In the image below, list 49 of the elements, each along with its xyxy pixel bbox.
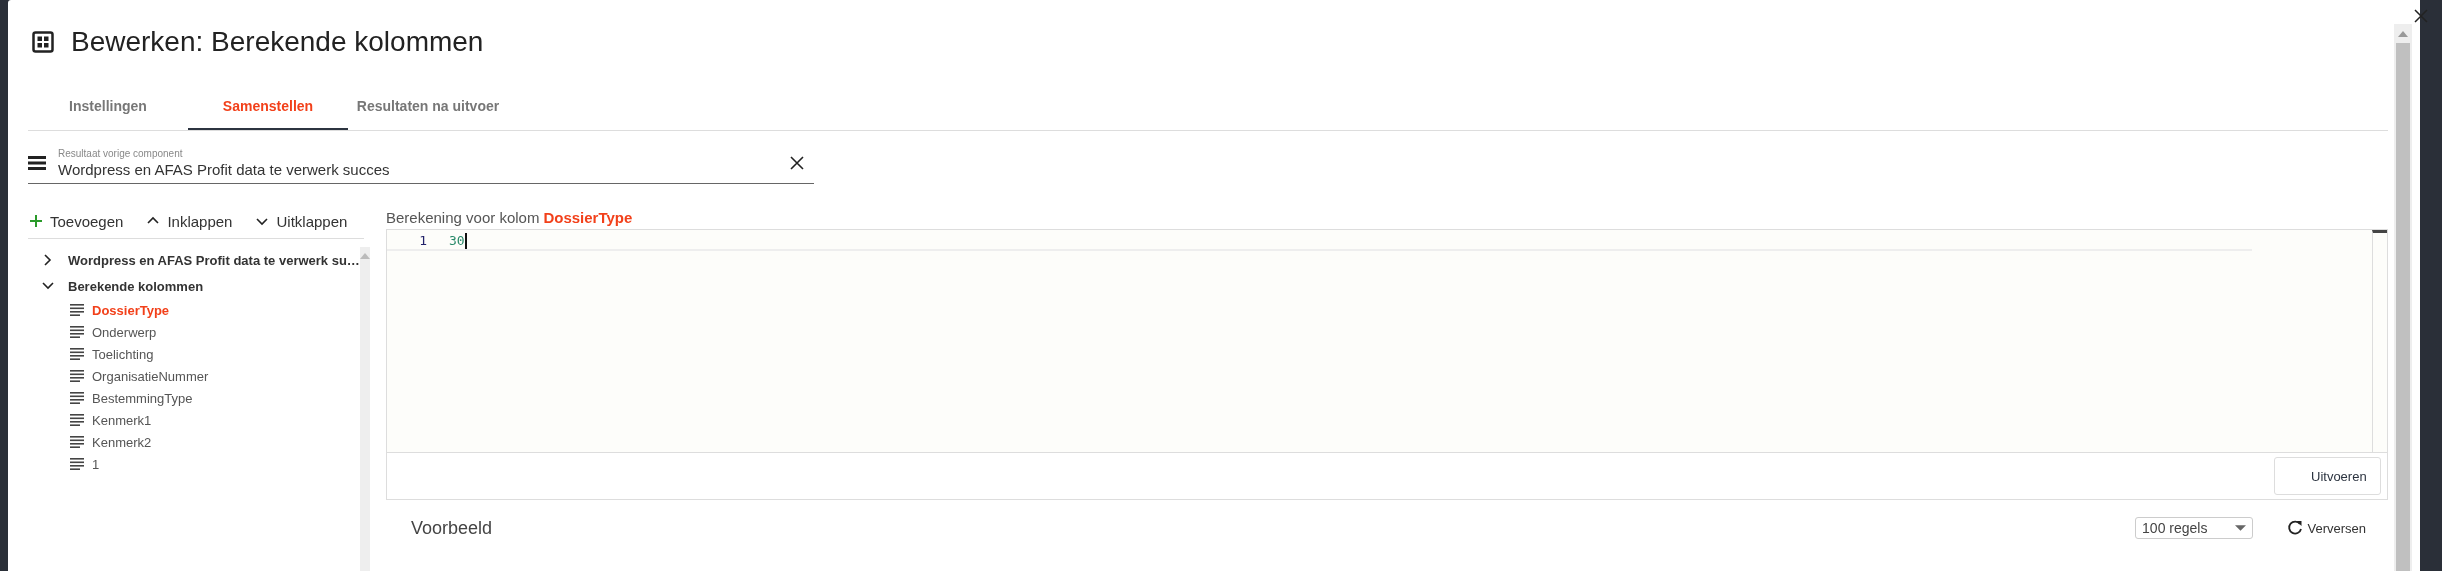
tree-item[interactable]: DossierType [92, 302, 170, 318]
text-lines-icon [70, 458, 84, 470]
line-number: 1 [418, 233, 427, 248]
tree-item[interactable]: Kenmerk2 [92, 434, 152, 450]
text-lines-icon [70, 348, 84, 360]
rows-select[interactable]: 100 regels [2135, 517, 2254, 539]
editor-caption: Berekening voor kolom DossierType [386, 208, 634, 228]
run-button[interactable]: Uitvoeren [2274, 457, 2381, 495]
close-icon[interactable] [790, 156, 804, 170]
text-lines-icon [70, 414, 84, 426]
chevron-right-icon[interactable] [42, 254, 54, 266]
code-editor[interactable]: 1 30 Uitvoeren [386, 229, 2388, 500]
toolbar-button[interactable]: Inklappen [147, 212, 233, 230]
scrollbar[interactable] [2394, 24, 2412, 571]
refresh-button[interactable]: Verversen [2287, 520, 2366, 536]
plus-icon [30, 215, 42, 227]
scrollbar[interactable] [359, 247, 370, 571]
tree-item[interactable]: OrganisatieNummer [92, 368, 209, 384]
text-cursor [464, 232, 467, 249]
tree-item[interactable]: 1 [92, 456, 100, 472]
text-lines-icon [70, 304, 84, 316]
tree-node[interactable]: Wordpress en AFAS Profit data te verwerk su… [42, 247, 360, 273]
table-icon [31, 30, 55, 54]
tab[interactable]: Resultaten na uitvoer [348, 84, 508, 130]
dialog-title: Bewerken: Berekende kolommen [71, 26, 484, 58]
tree-item[interactable]: Onderwerp [92, 324, 157, 340]
code-text[interactable]: 30 [449, 233, 465, 248]
text-lines-icon [70, 326, 84, 338]
dropdown-arrow-icon [2235, 525, 2247, 531]
text-lines-icon [70, 436, 84, 448]
field-value: Wordpress en AFAS Profit data te verwerk succes [58, 161, 391, 178]
source-field[interactable]: Resultaat vorige component Wordpress en AFAS Profit data te verwerk succes [28, 143, 814, 184]
chevron-down-icon[interactable] [42, 280, 54, 292]
toolbar-button[interactable]: Toevoegen [30, 212, 124, 230]
toolbar-button[interactable]: Uitklappen [256, 212, 348, 230]
tree-node[interactable]: Berekende kolommen [42, 273, 360, 299]
preview-title: Voorbeeld [411, 517, 493, 539]
field-label: Resultaat vorige component [58, 148, 184, 159]
tree-item[interactable]: Toelichting [92, 346, 154, 362]
refresh-icon [2287, 520, 2304, 536]
text-lines-icon [70, 370, 84, 382]
close-icon[interactable] [2414, 9, 2428, 23]
list-icon [28, 155, 46, 171]
tree-item[interactable]: Kenmerk1 [92, 412, 152, 428]
tree-item[interactable]: BestemmingType [92, 390, 193, 406]
text-lines-icon [70, 392, 84, 404]
tab[interactable]: Instellingen [28, 84, 188, 130]
chevron-down-icon [256, 215, 269, 227]
tab[interactable]: Samenstellen [188, 84, 348, 130]
